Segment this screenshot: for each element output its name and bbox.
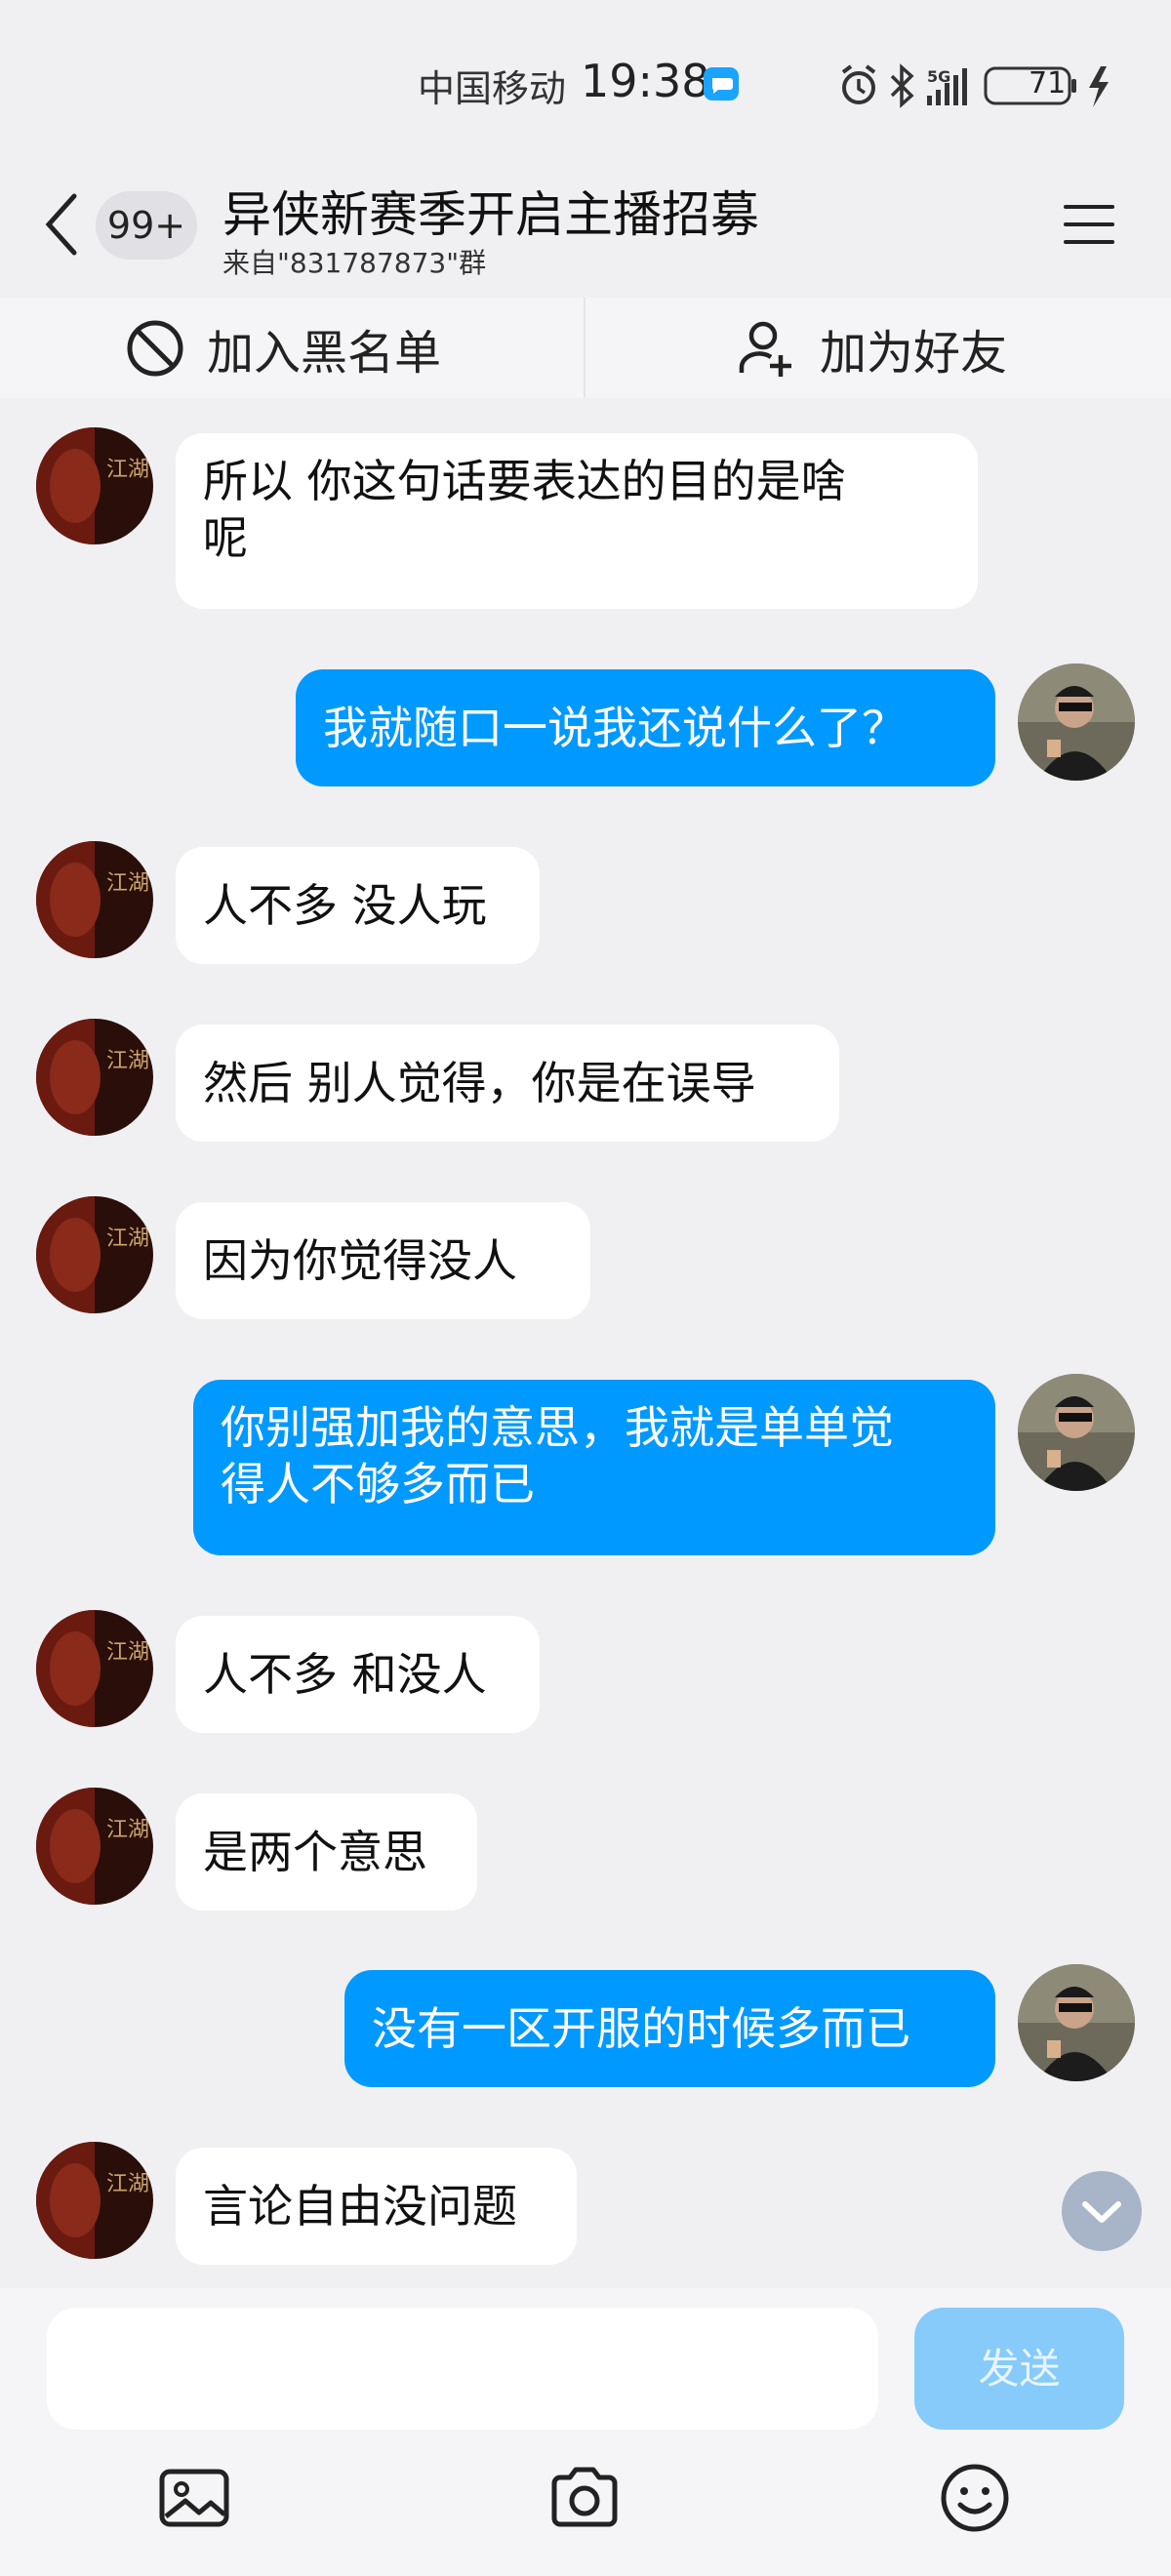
incoming-message-bubble[interactable]: 因为你觉得没人 — [176, 1202, 590, 1319]
incoming-message-bubble[interactable]: 言论自由没问题 — [176, 2148, 577, 2265]
svg-text:江湖: 江湖 — [106, 1640, 149, 1665]
chevron-down-icon — [1082, 2201, 1121, 2223]
message-text: 言论自由没问题 — [203, 2180, 517, 2233]
clock: 19:38 — [581, 55, 710, 107]
message-notification-icon — [704, 67, 739, 101]
incoming-message-bubble[interactable]: 人不多 和没人 — [176, 1616, 540, 1733]
menu-icon[interactable] — [1062, 201, 1116, 248]
my-avatar[interactable] — [1018, 1374, 1135, 1491]
unread-count-badge[interactable]: 99+ — [96, 191, 197, 260]
message-text: 没有一区开服的时候多而已 — [372, 2002, 910, 2055]
camera-icon[interactable] — [548, 2462, 621, 2534]
message-text: 人不多 没人玩 — [203, 879, 487, 932]
jianghu-avatar-image: 江湖 — [36, 1019, 153, 1136]
sender-avatar[interactable]: 江湖 — [36, 1610, 153, 1727]
sender-avatar[interactable]: 江湖 — [36, 2142, 153, 2259]
incoming-message-bubble[interactable]: 人不多 没人玩 — [176, 847, 540, 964]
my-avatar[interactable] — [1018, 1964, 1135, 2081]
send-button[interactable]: 发送 — [914, 2308, 1124, 2430]
user-photo-avatar-image — [1018, 664, 1135, 781]
svg-text:江湖: 江湖 — [106, 1818, 149, 1842]
sender-avatar[interactable]: 江湖 — [36, 427, 153, 544]
message-text: 人不多 和没人 — [203, 1648, 487, 1701]
jianghu-avatar-image: 江湖 — [36, 2142, 153, 2259]
outgoing-message-bubble[interactable]: 你别强加我的意思，我就是单单觉 得人不够多而已 — [193, 1380, 995, 1555]
sender-avatar[interactable]: 江湖 — [36, 1019, 153, 1136]
message-list[interactable]: 江湖 所以 你这句话要表达的目的是啥 呢 我就随口一说我还说什么了？ 江湖 人不… — [0, 398, 1171, 2291]
message-input[interactable] — [47, 2308, 878, 2430]
jianghu-avatar-image: 江湖 — [36, 1610, 153, 1727]
jianghu-avatar-image: 江湖 — [36, 1788, 153, 1905]
divider — [584, 298, 586, 398]
message-text: 然后 别人觉得，你是在误导 — [203, 1057, 756, 1109]
incoming-message-bubble[interactable]: 所以 你这句话要表达的目的是啥 呢 — [176, 433, 978, 609]
back-arrow-icon[interactable] — [39, 190, 82, 259]
message-text: 是两个意思 — [203, 1826, 427, 1878]
carrier-label: 中国移动 — [418, 67, 567, 110]
my-avatar[interactable] — [1018, 664, 1135, 781]
composer: 发送 — [0, 2288, 1171, 2576]
image-icon[interactable] — [158, 2462, 230, 2534]
outgoing-message-bubble[interactable]: 我就随口一说我还说什么了？ — [296, 669, 995, 786]
stranger-action-bar: 加入黑名单 加为好友 — [0, 298, 1171, 398]
status-bar: 中国移动 19:38 5G 71 — [0, 0, 1171, 166]
add-friend-icon — [739, 321, 791, 377]
sender-avatar[interactable]: 江湖 — [36, 841, 153, 958]
chat-subtitle: 来自"831787873"群 — [222, 247, 487, 279]
scroll-to-bottom-button[interactable] — [1062, 2171, 1142, 2251]
jianghu-avatar-image: 江湖 — [36, 427, 153, 544]
chat-title: 异侠新赛季开启主播招募 — [222, 186, 759, 243]
jianghu-avatar-image: 江湖 — [36, 1196, 153, 1313]
svg-text:江湖: 江湖 — [106, 1049, 149, 1073]
charging-icon — [1089, 66, 1109, 107]
message-text: 我就随口一说我还说什么了？ — [323, 702, 907, 754]
chat-header: 99+ 异侠新赛季开启主播招募 来自"831787873"群 — [0, 166, 1171, 298]
message-text: 呢 — [203, 511, 248, 564]
emoji-icon[interactable] — [939, 2462, 1011, 2534]
add-to-blacklist-button[interactable]: 加入黑名单 — [125, 298, 441, 398]
add-friend-label: 加为好友 — [820, 325, 1008, 381]
outgoing-message-bubble[interactable]: 没有一区开服的时候多而已 — [344, 1970, 995, 2087]
sender-avatar[interactable]: 江湖 — [36, 1196, 153, 1313]
svg-text:江湖: 江湖 — [106, 1227, 149, 1251]
blacklist-label: 加入黑名单 — [207, 325, 442, 381]
incoming-message-bubble[interactable]: 是两个意思 — [176, 1793, 477, 1911]
user-photo-avatar-image — [1018, 1964, 1135, 2081]
battery-level: 71 — [1029, 66, 1067, 101]
chat-screen: 中国移动 19:38 5G 71 99+ 异侠新赛季开启主播招募 来自"8317… — [0, 0, 1171, 2576]
add-friend-button[interactable]: 加为好友 — [738, 298, 1007, 398]
alarm-icon — [841, 64, 876, 104]
sender-avatar[interactable]: 江湖 — [36, 1788, 153, 1905]
message-text: 你别强加我的意思，我就是单单觉 — [221, 1401, 894, 1454]
user-photo-avatar-image — [1018, 1374, 1135, 1491]
block-icon — [127, 320, 183, 376]
message-text: 得人不够多而已 — [221, 1458, 535, 1510]
incoming-message-bubble[interactable]: 然后 别人觉得，你是在误导 — [176, 1025, 839, 1142]
message-text: 所以 你这句话要表达的目的是啥 — [203, 455, 846, 507]
message-text: 因为你觉得没人 — [203, 1234, 517, 1287]
system-status-icons: 5G — [841, 63, 1109, 108]
svg-text:江湖: 江湖 — [106, 458, 149, 482]
jianghu-avatar-image: 江湖 — [36, 841, 153, 958]
svg-text:江湖: 江湖 — [106, 871, 149, 896]
bluetooth-icon — [890, 63, 914, 108]
svg-text:江湖: 江湖 — [106, 2172, 149, 2196]
